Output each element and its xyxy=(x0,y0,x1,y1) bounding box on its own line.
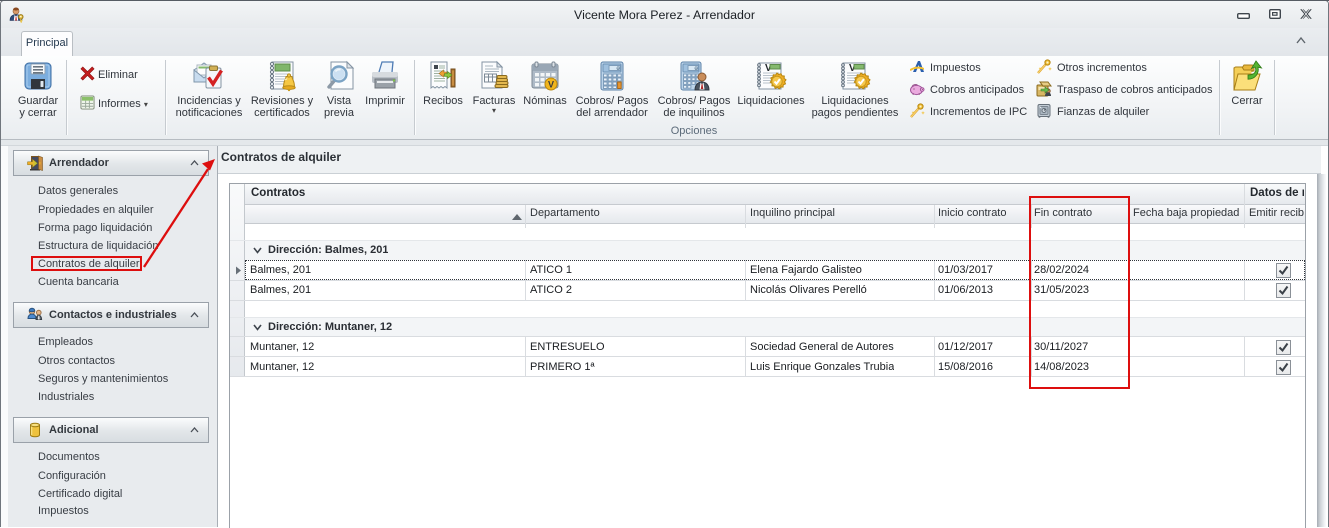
svg-text:0: 0 xyxy=(616,65,619,72)
svg-text:0: 0 xyxy=(694,65,697,72)
svg-text:V: V xyxy=(548,80,554,90)
